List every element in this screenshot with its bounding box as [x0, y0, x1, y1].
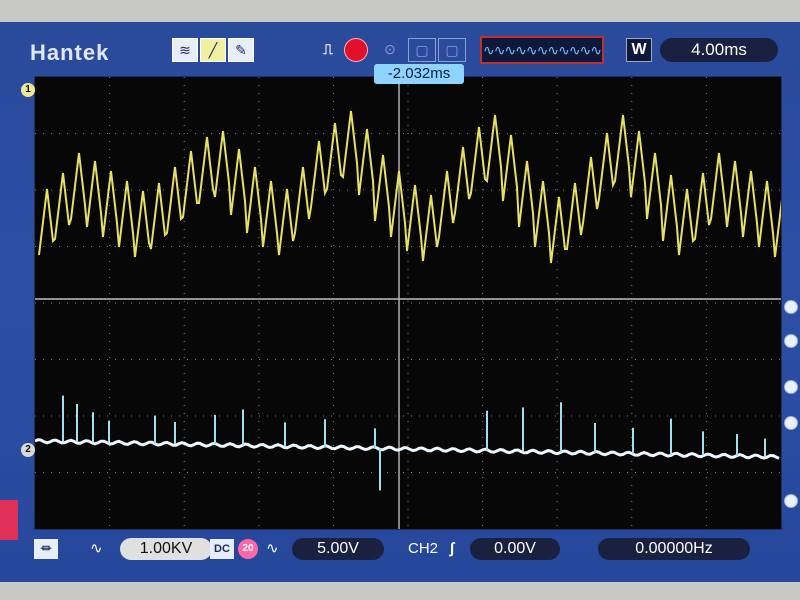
run-stop-icon[interactable]: [344, 38, 368, 62]
trigger-slope-icon: ∫: [450, 540, 455, 557]
ch2-scale-readout[interactable]: 5.00V: [292, 538, 384, 560]
trigger-level-readout[interactable]: 0.00V: [470, 538, 560, 560]
timebase-readout[interactable]: 4.00ms: [660, 38, 778, 62]
brand-logo: Hantek: [30, 40, 110, 65]
save-icon[interactable]: ⊙: [378, 38, 402, 60]
trigger-source-label: CH2: [408, 540, 439, 557]
waveform-overview-icon[interactable]: ∿∿∿∿∿∿∿∿∿∿∿: [480, 36, 604, 64]
menu-button-5[interactable]: [784, 494, 798, 508]
ch2-bw-icon: ∿: [266, 540, 279, 557]
trigger-edge-icon[interactable]: ⎍: [316, 38, 340, 60]
cursor-menu-icon[interactable]: ▢: [408, 38, 436, 62]
waveform-grid: [35, 77, 781, 529]
ch2-level-marker[interactable]: 2: [21, 443, 35, 457]
ch2-coupling-indicator[interactable]: DC: [210, 539, 234, 559]
ch2-bw-limit-badge[interactable]: 20: [238, 539, 258, 559]
acquire-icon[interactable]: ≋: [172, 38, 198, 62]
frequency-readout[interactable]: 0.00000Hz: [598, 538, 750, 560]
ch1-level-marker[interactable]: 1: [21, 83, 35, 97]
menu-rail: [778, 76, 800, 528]
waveform-display[interactable]: 1 2: [21, 76, 782, 530]
cursor-icon[interactable]: ✎: [228, 38, 254, 62]
graticule: [35, 77, 781, 529]
cursor-menu-icon[interactable]: ▢: [438, 38, 466, 62]
measure-icon[interactable]: ╱: [200, 38, 226, 62]
status-bar: ⏛ ∿ 1.00KV DC 20 ∿ 5.00V CH2 ∫ 0.00V 0.0…: [34, 530, 780, 566]
menu-button-2[interactable]: [784, 334, 798, 348]
menu-button-3[interactable]: [784, 380, 798, 394]
tape-strip: [0, 500, 18, 540]
menu-button-4[interactable]: [784, 416, 798, 430]
trigger-mode-indicator[interactable]: W: [626, 38, 652, 62]
ch2-trace: [35, 438, 780, 460]
trigger-position-readout[interactable]: -2.032ms: [374, 64, 464, 84]
ch1-bw-icon: ∿: [90, 540, 103, 557]
ch1-coupling-icon[interactable]: ⏛: [34, 539, 58, 559]
menu-button-1[interactable]: [784, 300, 798, 314]
ch1-trace: [38, 110, 781, 264]
ch1-scale-readout[interactable]: 1.00KV: [120, 538, 212, 560]
